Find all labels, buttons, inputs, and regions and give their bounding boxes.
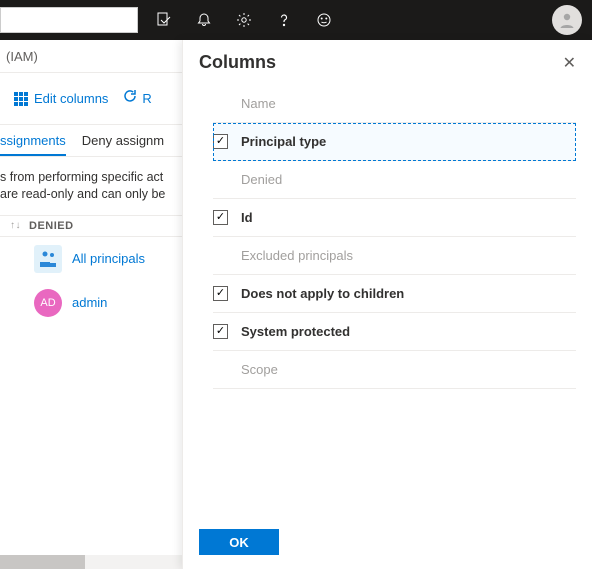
sort-icon[interactable]: ↑↓: [10, 220, 21, 231]
column-option[interactable]: System protected: [213, 313, 576, 351]
tab-role-assignments[interactable]: ssignments: [0, 133, 66, 156]
ok-button[interactable]: OK: [199, 529, 279, 555]
column-option-label: Name: [237, 96, 276, 111]
column-option[interactable]: Name: [213, 85, 576, 123]
admin-avatar: AD: [34, 289, 62, 317]
edit-columns-button[interactable]: Edit columns: [14, 91, 108, 106]
column-option-label: Denied: [237, 172, 282, 187]
column-option[interactable]: Id: [213, 199, 576, 237]
column-option[interactable]: Principal type: [213, 123, 576, 161]
panel-title: Columns: [199, 52, 276, 73]
principal-link[interactable]: admin: [72, 295, 107, 310]
search-input[interactable]: [0, 7, 138, 33]
column-option-label: Does not apply to children: [237, 286, 404, 301]
column-option-label: Scope: [237, 362, 278, 377]
people-icon: [34, 245, 62, 273]
help-icon[interactable]: [276, 12, 292, 28]
column-option[interactable]: Excluded principals: [213, 237, 576, 275]
column-option[interactable]: Denied: [213, 161, 576, 199]
edit-columns-label: Edit columns: [34, 91, 108, 106]
refresh-label-fragment: R: [142, 91, 151, 106]
top-bar: [0, 0, 592, 40]
column-checkbox[interactable]: [213, 286, 237, 301]
column-option-label: Id: [237, 210, 253, 225]
principal-link[interactable]: All principals: [72, 251, 145, 266]
column-denied-header[interactable]: DENIED: [29, 220, 74, 232]
column-checkbox[interactable]: [213, 324, 237, 339]
columns-panel: Columns ✕ Name Principal type Denied Id Excl…: [182, 40, 592, 569]
column-option-label: Excluded principals: [237, 248, 353, 263]
column-option-label: Principal type: [237, 134, 326, 149]
directory-icon[interactable]: [156, 12, 172, 28]
column-option[interactable]: Does not apply to children: [213, 275, 576, 313]
column-checkbox[interactable]: [213, 134, 237, 149]
close-icon[interactable]: ✕: [563, 53, 576, 73]
feedback-icon[interactable]: [316, 12, 332, 28]
avatar[interactable]: [552, 5, 582, 35]
refresh-button[interactable]: [122, 88, 138, 109]
column-option[interactable]: Scope: [213, 351, 576, 389]
column-option-label: System protected: [237, 324, 350, 339]
tab-deny-assignments[interactable]: Deny assignm: [82, 133, 164, 156]
column-checkbox[interactable]: [213, 210, 237, 225]
topbar-icons: [156, 12, 332, 28]
gear-icon[interactable]: [236, 12, 252, 28]
bell-icon[interactable]: [196, 12, 212, 28]
